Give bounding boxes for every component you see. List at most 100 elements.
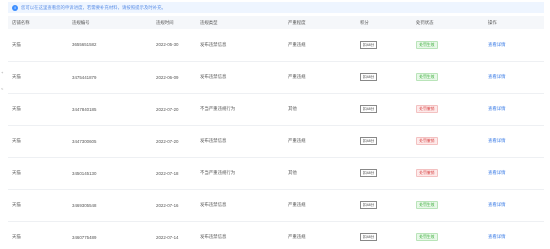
cell-action: 查看详情 [484,93,544,125]
view-details-link[interactable]: 查看详情 [488,106,506,111]
notice-text: 您可以在这里查看您的申诉进度，若需要补充材料，请按照提示及时补充。 [21,4,166,10]
view-details-link[interactable]: 查看详情 [488,170,506,175]
cell-shop: 天猫 [12,234,21,239]
cell-violation-type: 不当严重违规行为 [200,170,236,175]
table-header-row: 店铺名称 违规编号 违规时间 违规类型 严重程度 积分 处罚状态 操作 [8,16,544,29]
points-tag: 扣48分 [360,137,378,145]
cell-status: 处罚撤销 [412,157,484,189]
cell-violation-type: 发布违禁信息 [200,74,227,79]
cell-action: 查看详情 [484,221,544,249]
table-body: 天猫 3655651582 2022-05-30 发布违禁信息 严重违规 扣48分 处罚生效… [8,29,544,249]
cell-violation-type: 发布违禁信息 [200,202,227,207]
table-row: 天猫 3447300605 2022-07-20 发布违禁信息 严重违规 扣48分 处罚撤销… [8,125,544,157]
cell-severity: 严重违规 [288,234,306,239]
info-icon: i [12,4,18,11]
info-notice-bar: i 您可以在这里查看您的申诉进度，若需要补充材料，请按照提示及时补充。 [8,2,544,13]
cell-points: 扣48分 [356,221,412,249]
cell-violation-time: 2022-07-20 [156,106,179,112]
header-action: 操作 [488,19,497,25]
edge-mark-arrow: < [1,86,4,91]
cell-violation-time: 2022-06-09 [156,74,179,80]
cell-status: 处罚撤销 [412,93,484,125]
points-tag: 扣48分 [360,73,378,81]
header-status: 处罚状态 [416,19,434,25]
cell-violation-type: 发布违禁信息 [200,138,227,143]
cell-violation-time: 2022-05-30 [156,42,179,48]
cell-violation-time: 2022-07-18 [156,170,179,176]
status-badge: 处罚生效 [416,73,438,81]
cell-action: 查看详情 [484,29,544,61]
table-row: 天猫 3460775489 2022-07-14 发布违禁信息 严重违规 扣48分 处罚生效… [8,221,544,249]
cell-violation-id: 3475441879 [72,74,97,80]
violations-table: 店铺名称 违规编号 违规时间 违规类型 严重程度 积分 处罚状态 操作 天猫 36… [8,16,544,249]
cell-violation-time: 2022-07-14 [156,234,179,240]
view-details-link[interactable]: 查看详情 [488,202,506,207]
cell-violation-id: 3655651582 [72,42,97,48]
points-tag: 扣48分 [360,201,378,209]
header-points: 积分 [360,19,369,25]
cell-shop: 天猫 [12,74,21,79]
points-tag: 扣48分 [360,41,378,49]
cell-severity: 其他 [288,170,297,175]
cell-shop: 天猫 [12,138,21,143]
cell-shop: 天猫 [12,170,21,175]
table-row: 天猫 3469305548 2022-07-16 发布违禁信息 严重违规 扣48分 处罚生效… [8,189,544,221]
cell-action: 查看详情 [484,189,544,221]
cell-violation-time: 2022-07-16 [156,202,179,208]
status-badge: 处罚生效 [416,233,438,241]
cell-violation-type: 发布违禁信息 [200,41,227,47]
cell-points: 扣48分 [356,125,412,157]
cell-violation-id: 3447840185 [72,106,97,112]
cell-shop: 天猫 [12,106,21,111]
cell-violation-id: 3469305548 [72,202,97,208]
cell-action: 查看详情 [484,157,544,189]
cell-violation-time: 2022-07-20 [156,138,179,144]
points-tag: 扣48分 [360,105,378,113]
cell-severity: 严重违规 [288,138,306,143]
cell-status: 处罚生效 [412,189,484,221]
header-violation-time: 违规时间 [156,19,174,25]
cell-severity: 严重违规 [288,202,306,207]
cell-shop: 天猫 [12,202,21,207]
status-badge: 处罚生效 [416,201,438,209]
status-badge: 处罚撤销 [416,169,438,177]
cell-violation-type: 发布违禁信息 [200,234,227,239]
cell-shop: 天猫 [12,41,21,47]
status-badge: 处罚撤销 [416,137,438,145]
status-badge: 处罚生效 [416,40,438,49]
cell-points: 扣48分 [356,93,412,125]
edge-mark-plus: + [1,70,4,75]
table-row: 天猫 3475441879 2022-06-09 发布违禁信息 严重违规 扣48分 处罚生效… [8,61,544,93]
cell-violation-id: 3447300605 [72,138,97,144]
cell-status: 处罚生效 [412,29,484,61]
points-tag: 扣48分 [360,169,378,177]
cell-points: 扣48分 [356,61,412,93]
table-row: 天猫 3450145130 2022-07-18 不当严重违规行为 其他 扣48分 处罚撤销… [8,157,544,189]
view-details-link[interactable]: 查看详情 [488,74,506,79]
cell-violation-type: 不当严重违规行为 [200,106,236,111]
cell-status: 处罚撤销 [412,125,484,157]
cell-status: 处罚生效 [412,221,484,249]
cell-severity: 其他 [288,106,297,111]
cell-status: 处罚生效 [412,61,484,93]
status-badge: 处罚撤销 [416,105,438,113]
table-row: 天猫 3447840185 2022-07-20 不当严重违规行为 其他 扣48分 处罚撤销… [8,93,544,125]
table-row: 天猫 3655651582 2022-05-30 发布违禁信息 严重违规 扣48分 处罚生效… [8,29,544,61]
cell-points: 扣48分 [356,157,412,189]
cell-severity: 严重违规 [288,74,306,79]
header-violation-type: 违规类型 [200,19,218,25]
header-shop: 店铺名称 [12,19,30,25]
view-details-link[interactable]: 查看详情 [488,138,506,143]
view-details-link[interactable]: 查看详情 [488,42,506,47]
cell-points: 扣48分 [356,29,412,61]
points-tag: 扣48分 [360,233,378,241]
cell-action: 查看详情 [484,61,544,93]
cell-points: 扣48分 [356,189,412,221]
cell-violation-id: 3460775489 [72,234,97,240]
cell-violation-id: 3450145130 [72,170,97,176]
view-details-link[interactable]: 查看详情 [488,234,506,239]
cell-action: 查看详情 [484,125,544,157]
header-severity: 严重程度 [288,19,306,25]
header-violation-id: 违规编号 [72,19,90,25]
cell-severity: 严重违规 [288,41,306,47]
